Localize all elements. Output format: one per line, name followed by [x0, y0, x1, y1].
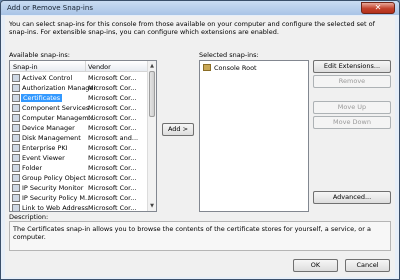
snapin-name: Enterprise PKI: [22, 144, 68, 152]
available-snapins-label: Available snap-ins:: [9, 51, 70, 59]
list-header: Snap-in Vendor: [10, 61, 148, 72]
snapin-row[interactable]: Group Policy Object ... Microsoft Cor...: [10, 173, 148, 183]
selected-snapins-list[interactable]: Console Root: [199, 60, 309, 212]
snapin-name: IP Security Policy M...: [22, 194, 92, 202]
device-icon: [12, 124, 20, 132]
snapin-name: Disk Management: [22, 134, 81, 142]
link-icon: [12, 204, 20, 211]
disk-icon: [12, 134, 20, 142]
snapin-name: Link to Web Address: [22, 204, 89, 212]
snapin-name: Event Viewer: [22, 154, 65, 162]
snapin-vendor: Microsoft Cor...: [88, 144, 137, 152]
folder-icon: [203, 64, 211, 71]
cancel-button[interactable]: Cancel: [345, 259, 390, 272]
snapin-row[interactable]: Disk Management Microsoft and...: [10, 133, 148, 143]
snapin-row[interactable]: IP Security Monitor Microsoft Cor...: [10, 183, 148, 193]
snapin-row[interactable]: Folder Microsoft Cor...: [10, 163, 148, 173]
snapin-vendor: Microsoft Cor...: [88, 204, 137, 212]
authorization-icon: [12, 84, 20, 92]
selected-snapins-label: Selected snap-ins:: [199, 51, 259, 59]
title-bar: Add or Remove Snap-ins ✕: [1, 1, 399, 15]
snapin-row[interactable]: Device Manager Microsoft Cor...: [10, 123, 148, 133]
snapin-vendor: Microsoft Cor...: [88, 74, 137, 82]
snapin-name: Folder: [22, 164, 43, 172]
snapin-row[interactable]: Component Services Microsoft Cor...: [10, 103, 148, 113]
activex-icon: [12, 74, 20, 82]
snapin-row[interactable]: Certificates Microsoft Cor...: [10, 93, 148, 103]
close-button[interactable]: ✕: [361, 2, 395, 14]
snapin-vendor: Microsoft Cor...: [88, 194, 137, 202]
dialog-body: You can select snap-ins for this console…: [5, 16, 395, 277]
available-snapins-list[interactable]: Snap-in Vendor ActiveX Control Microsoft …: [9, 60, 157, 212]
snapin-vendor: Microsoft Cor...: [88, 174, 137, 182]
intro-text: You can select snap-ins for this console…: [9, 20, 375, 36]
pki-icon: [12, 144, 20, 152]
remove-button[interactable]: Remove: [313, 75, 391, 88]
snapin-row[interactable]: IP Security Policy M... Microsoft Cor...: [10, 193, 148, 203]
snapin-vendor: Microsoft Cor...: [88, 104, 137, 112]
snapin-vendor: Microsoft and...: [88, 134, 139, 142]
snapin-name: Authorization Manager: [22, 84, 97, 92]
snapin-vendor: Microsoft Cor...: [88, 184, 137, 192]
ipsec-icon: [12, 194, 20, 202]
description-text: The Certificates snap-in allows you to b…: [13, 225, 371, 241]
window-title: Add or Remove Snap-ins: [7, 4, 93, 12]
snapin-name: ActiveX Control: [22, 74, 73, 82]
event-icon: [12, 154, 20, 162]
column-header-vendor[interactable]: Vendor: [88, 63, 111, 71]
advanced-button[interactable]: Advanced...: [313, 191, 391, 204]
move-up-button[interactable]: Move Up: [313, 101, 391, 114]
folder-icon: [12, 164, 20, 172]
column-divider[interactable]: [85, 61, 86, 72]
description-box: The Certificates snap-in allows you to b…: [9, 221, 391, 251]
description-label: Description:: [9, 213, 49, 221]
snapin-row[interactable]: Computer Managem... Microsoft Cor...: [10, 113, 148, 123]
ok-button[interactable]: OK: [293, 259, 338, 272]
move-down-button[interactable]: Move Down: [313, 116, 391, 129]
snapin-vendor: Microsoft Cor...: [88, 94, 137, 102]
snapin-name: Computer Managem...: [22, 114, 95, 122]
snapin-name: Device Manager: [22, 124, 75, 132]
snapin-name: Certificates: [21, 94, 63, 102]
edit-extensions-button[interactable]: Edit Extensions...: [313, 60, 391, 73]
certificate-icon: [12, 94, 20, 102]
snapin-vendor: Microsoft Cor...: [88, 114, 137, 122]
computer-icon: [12, 114, 20, 122]
ipsec-icon: [12, 184, 20, 192]
add-remove-snapins-dialog: Add or Remove Snap-ins ✕ You can select …: [0, 0, 400, 280]
scroll-up-arrow-icon[interactable]: ▲: [148, 62, 156, 70]
snapin-rows: ActiveX Control Microsoft Cor... Authoriza…: [10, 73, 148, 212]
snapin-row[interactable]: Enterprise PKI Microsoft Cor...: [10, 143, 148, 153]
list-scrollbar[interactable]: ▲ ▼: [147, 61, 156, 211]
snapin-vendor: Microsoft Cor...: [88, 84, 137, 92]
policy-icon: [12, 174, 20, 182]
snapin-vendor: Microsoft Cor...: [88, 164, 137, 172]
snapin-row[interactable]: Link to Web Address Microsoft Cor...: [10, 203, 148, 212]
snapin-vendor: Microsoft Cor...: [88, 154, 137, 162]
snapin-row[interactable]: ActiveX Control Microsoft Cor...: [10, 73, 148, 83]
scroll-thumb[interactable]: [149, 71, 155, 117]
snapin-row[interactable]: Authorization Manager Microsoft Cor...: [10, 83, 148, 93]
snapin-vendor: Microsoft Cor...: [88, 124, 137, 132]
add-button[interactable]: Add >: [162, 123, 194, 136]
snapin-row[interactable]: Event Viewer Microsoft Cor...: [10, 153, 148, 163]
snapin-name: Component Services: [22, 104, 90, 112]
snapin-name: IP Security Monitor: [22, 184, 84, 192]
component-icon: [12, 104, 20, 112]
scroll-down-arrow-icon[interactable]: ▼: [148, 202, 156, 210]
selected-item-label: Console Root: [214, 64, 257, 72]
column-header-snapin[interactable]: Snap-in: [13, 63, 38, 71]
snapin-name: Group Policy Object ...: [22, 174, 95, 182]
